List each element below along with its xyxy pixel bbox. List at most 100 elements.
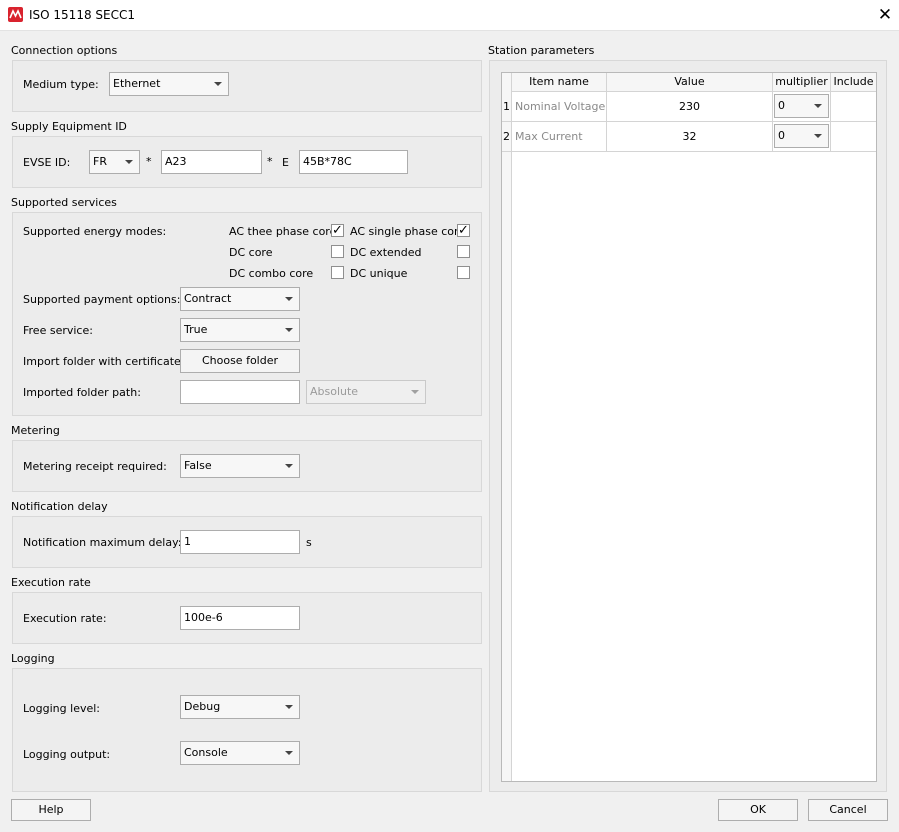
section-supply-equipment-id: Supply Equipment ID	[11, 120, 127, 133]
logging-level-value: Debug	[184, 700, 221, 713]
evse-id-input[interactable]: 45B*78C	[299, 150, 408, 174]
checkbox-ac-three-phase[interactable]: ✓	[331, 224, 344, 237]
payment-options-select[interactable]: Contract	[180, 287, 300, 311]
station-parameters-group: Item name Value multiplier Include 1 Nom…	[489, 60, 887, 792]
logging-level-select[interactable]: Debug	[180, 695, 300, 719]
ok-button[interactable]: OK	[718, 799, 798, 821]
medium-type-value: Ethernet	[113, 77, 161, 90]
chevron-down-icon	[285, 328, 293, 332]
section-notification-delay: Notification delay	[11, 500, 108, 513]
checkbox-ac-single-phase[interactable]: ✓	[457, 224, 470, 237]
multiplier-select[interactable]: 0	[774, 94, 829, 118]
connection-options-group: Medium type: Ethernet	[12, 60, 482, 112]
payment-options-value: Contract	[184, 292, 232, 305]
table-cell-item-name[interactable]: Max Current	[512, 122, 607, 152]
chevron-down-icon	[285, 464, 293, 468]
table-cell-value[interactable]: 230	[607, 92, 773, 122]
checkbox-dc-core[interactable]	[331, 245, 344, 258]
section-supported-services: Supported services	[11, 196, 117, 209]
section-connection-options: Connection options	[11, 44, 118, 57]
table-cell-item-name[interactable]: Nominal Voltage	[512, 92, 607, 122]
chevron-down-icon	[285, 705, 293, 709]
mode-label-dc-combo-core: DC combo core	[229, 267, 314, 280]
notification-delay-group: Notification maximum delay: 1 s	[12, 516, 482, 568]
section-metering: Metering	[11, 424, 60, 437]
section-logging: Logging	[11, 652, 55, 665]
chevron-down-icon	[814, 104, 822, 108]
imported-path-input[interactable]	[180, 380, 300, 404]
metering-receipt-select[interactable]: False	[180, 454, 300, 478]
evse-country-value: FR	[93, 155, 107, 168]
evse-separator-2: *	[267, 155, 273, 168]
execution-rate-input[interactable]: 100e-6	[180, 606, 300, 630]
cancel-button[interactable]: Cancel	[808, 799, 888, 821]
table-cell-include[interactable]	[831, 122, 876, 152]
notification-unit-label: s	[306, 536, 312, 549]
table-cell-value[interactable]: 32	[607, 122, 773, 152]
medium-type-label: Medium type:	[23, 78, 99, 91]
supported-services-group: Supported energy modes: AC thee phase co…	[12, 212, 482, 416]
table-cell-multiplier: 0	[773, 122, 831, 152]
chevron-down-icon	[214, 82, 222, 86]
app-logo-icon	[8, 7, 23, 22]
window-title: ISO 15118 SECC1	[29, 8, 135, 22]
column-header-item-name[interactable]: Item name	[512, 73, 607, 92]
notification-max-delay-label: Notification maximum delay:	[23, 536, 182, 549]
evse-operator-input[interactable]: A23	[161, 150, 262, 174]
execution-rate-label: Execution rate:	[23, 612, 107, 625]
row-header-strip	[502, 73, 512, 781]
free-service-select[interactable]: True	[180, 318, 300, 342]
mode-label-ac-three-phase: AC thee phase core	[229, 225, 337, 238]
multiplier-value: 0	[778, 129, 785, 142]
checkbox-dc-extended[interactable]	[457, 245, 470, 258]
chevron-down-icon	[285, 297, 293, 301]
path-mode-value: Absolute	[310, 385, 359, 398]
station-parameters-table: Item name Value multiplier Include 1 Nom…	[501, 72, 877, 782]
section-execution-rate: Execution rate	[11, 576, 91, 589]
logging-output-select[interactable]: Console	[180, 741, 300, 765]
logging-output-label: Logging output:	[23, 748, 111, 761]
import-folder-label: Import folder with certificates:	[23, 355, 191, 368]
chevron-down-icon	[285, 751, 293, 755]
chevron-down-icon	[814, 134, 822, 138]
table-cell-include[interactable]	[831, 92, 876, 122]
evse-country-select[interactable]: FR	[89, 150, 140, 174]
title-bar: ISO 15118 SECC1 ✕	[0, 0, 899, 31]
path-mode-select[interactable]: Absolute	[306, 380, 426, 404]
checkbox-dc-unique[interactable]	[457, 266, 470, 279]
evse-separator-1: *	[146, 155, 152, 168]
mode-label-dc-extended: DC extended	[350, 246, 422, 259]
metering-group: Metering receipt required: False	[12, 440, 482, 492]
checkbox-dc-combo-core[interactable]	[331, 266, 344, 279]
evse-id-label: EVSE ID:	[23, 156, 71, 169]
metering-receipt-value: False	[184, 459, 212, 472]
energy-modes-label: Supported energy modes:	[23, 225, 167, 238]
free-service-value: True	[184, 323, 208, 336]
imported-path-label: Imported folder path:	[23, 386, 141, 399]
payment-options-label: Supported payment options:	[23, 293, 181, 306]
table-cell-multiplier: 0	[773, 92, 831, 122]
close-icon[interactable]: ✕	[876, 4, 894, 26]
choose-folder-button[interactable]: Choose folder	[180, 349, 300, 373]
chevron-down-icon	[125, 160, 133, 164]
multiplier-value: 0	[778, 99, 785, 112]
supply-equipment-group: EVSE ID: FR * A23 * E 45B*78C	[12, 136, 482, 188]
section-station-parameters: Station parameters	[488, 44, 595, 57]
metering-receipt-label: Metering receipt required:	[23, 460, 167, 473]
notification-max-delay-input[interactable]: 1	[180, 530, 300, 554]
chevron-down-icon	[411, 390, 419, 394]
app-logo-glyph	[9, 9, 22, 19]
help-button[interactable]: Help	[11, 799, 91, 821]
medium-type-select[interactable]: Ethernet	[109, 72, 229, 96]
multiplier-select[interactable]: 0	[774, 124, 829, 148]
column-header-multiplier[interactable]: multiplier	[773, 73, 831, 92]
evse-e-label: E	[282, 156, 289, 169]
execution-rate-group: Execution rate: 100e-6	[12, 592, 482, 644]
mode-label-dc-core: DC core	[229, 246, 273, 259]
row-number: 2	[502, 122, 512, 152]
logging-level-label: Logging level:	[23, 702, 100, 715]
column-header-value[interactable]: Value	[607, 73, 773, 92]
column-header-include[interactable]: Include	[831, 73, 876, 92]
free-service-label: Free service:	[23, 324, 93, 337]
logging-output-value: Console	[184, 746, 228, 759]
